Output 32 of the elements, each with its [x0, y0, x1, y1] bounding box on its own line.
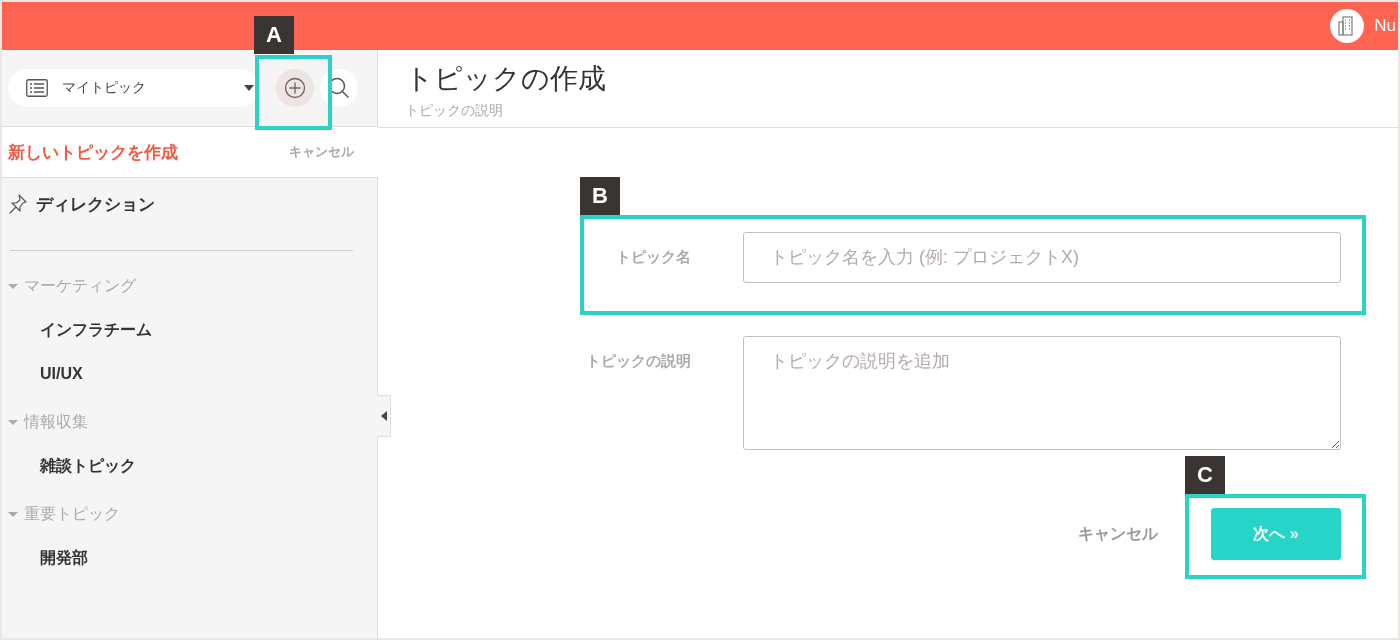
caret-icon [8, 509, 18, 519]
sidebar-item[interactable]: 開発部 [6, 545, 377, 571]
sidebar-item[interactable]: インフラチーム [6, 317, 377, 343]
sidebar-item[interactable]: UI/UX [6, 361, 377, 387]
callout-label: B [580, 177, 620, 215]
input-field[interactable]: トピック名を入力 (例: プロジェクトX) [743, 232, 1341, 283]
page-subtitle: トピックの説明 [405, 102, 504, 120]
field-label: トピックの説明 [585, 351, 691, 371]
text-area[interactable]: トピックの説明を追加 [743, 336, 1341, 450]
next-button[interactable]: 次へ » [1211, 508, 1341, 560]
callout-label: C [1185, 456, 1225, 494]
caret-icon [8, 281, 18, 291]
callout-label: A [254, 16, 294, 54]
sidebar-item[interactable]: ディレクション [6, 190, 377, 218]
add-button[interactable] [276, 69, 314, 107]
caret-icon [380, 411, 387, 421]
collapse-handle[interactable] [377, 395, 391, 437]
building-icon[interactable] [1330, 9, 1365, 43]
plus-icon [284, 77, 306, 99]
list-icon [26, 79, 48, 97]
field-label: トピック名 [615, 247, 691, 267]
page-title: トピックの作成 [405, 62, 607, 96]
group-header[interactable]: 重要トピック [6, 501, 377, 527]
cancel-link[interactable]: キャンセル [289, 143, 354, 161]
caret-icon [244, 85, 254, 91]
sidebar-item[interactable]: 雑談トピック [6, 453, 377, 479]
user-name[interactable]: Nu [1374, 16, 1396, 36]
caret-icon [8, 417, 18, 427]
group-header[interactable]: 情報収集 [6, 409, 377, 435]
new-topic-title: 新しいトピックを作成 [8, 141, 178, 164]
group-header[interactable]: マーケティング [6, 273, 377, 299]
cancel-button[interactable]: キャンセル [1078, 523, 1158, 545]
